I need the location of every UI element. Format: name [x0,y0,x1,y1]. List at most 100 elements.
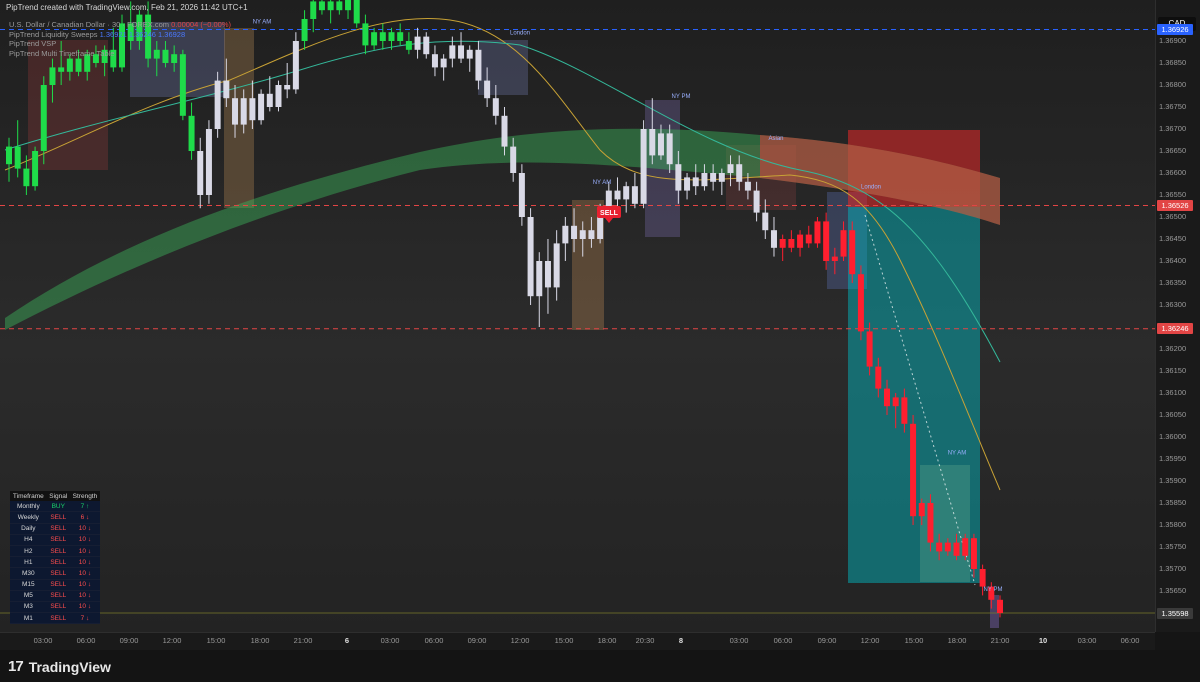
mtf-row: M30 SELL 10 ↓ [10,567,100,580]
candle-body [14,146,21,169]
candle-body [562,225,569,244]
candle-body [214,80,221,129]
price-tick-label: 1.35650 [1159,586,1187,595]
mtf-cell-signal: SELL [46,534,70,546]
candle-body [927,503,934,543]
time-tick-label: 20:30 [635,636,655,645]
candle-body [779,239,786,248]
mtf-cell-strength: 10 ↓ [69,579,100,591]
price-tick-label: 1.36350 [1159,278,1187,287]
session-label: NY AM [253,19,272,25]
candle-body [6,146,12,165]
price-chart-svg[interactable]: NY AM London NY PM Asian NY AM London NY AM NY … [0,0,1155,632]
candle-body [614,190,621,200]
price-tag: 1.36526 [1157,199,1193,211]
price-tick-label: 1.36850 [1159,58,1187,67]
mtf-cell-strength: 10 ↓ [69,523,100,535]
candle-body [883,388,890,407]
mtf-row: M3 SELL 10 ↓ [10,601,100,614]
price-tick-label: 1.35700 [1159,564,1187,573]
mtf-row: H1 SELL 10 ↓ [10,556,100,569]
candle-body [284,85,291,90]
mtf-header-timeframe: Timeframe [10,491,47,502]
price-tick-label: 1.36200 [1159,344,1187,353]
price-tick-label: 1.36300 [1159,300,1187,309]
legend-indicator-2[interactable]: PipTrend VSP [9,39,231,49]
time-tick-label: 18:00 [597,636,617,645]
time-tick-label: 15:00 [206,636,226,645]
candle-body [684,177,691,191]
mtf-row: M1 SELL 7 ↓ [10,612,100,625]
candle-body [310,1,317,20]
session-label: London [510,30,530,36]
mtf-cell-tf: Weekly [10,511,47,524]
time-tick-label: 12:00 [510,636,530,645]
chart-area[interactable]: NY AM London NY PM Asian NY AM London NY AM NY … [0,0,1155,632]
candle-body [866,331,873,367]
tradingview-brand: TradingView [28,658,111,675]
candle-body [631,186,638,204]
mtf-header-signal: Signal [46,491,70,502]
mtf-cell-strength: 7 ↓ [69,612,100,625]
tradingview-logo[interactable]: 17 TradingView [8,658,111,675]
session-label: NY AM [948,451,967,457]
multi-timeframe-table: Timeframe Signal Strength Monthly BUY 7 ↑ W… [10,491,100,625]
legend-indicator-value: 1.36921 1.36246 1.36928 [99,29,186,39]
candle-body [492,98,499,116]
time-tick-label: 12:00 [860,636,880,645]
candle-body [875,366,882,389]
time-tick-label: 18:00 [947,636,967,645]
candle-body [797,234,804,248]
price-axis[interactable] [1155,0,1200,632]
time-tick-label: 06:00 [76,636,96,645]
legend-symbol-row[interactable]: U.S. Dollar / Canadian Dollar · 30 · FOR… [9,20,231,30]
price-tick-label: 1.35750 [1159,542,1187,551]
candle-body [857,274,864,332]
sell-signal-label: SELL [600,210,619,217]
candle-body [849,230,856,275]
price-tick-label: 1.36750 [1159,102,1187,111]
price-tick-label: 1.36000 [1159,432,1187,441]
price-tag: 1.35598 [1157,607,1193,619]
time-tick-label: 03:00 [1077,636,1097,645]
time-tick-label: 06:00 [1120,636,1140,645]
session-label: Asian [768,136,783,142]
mtf-cell-tf: M15 [10,579,47,591]
candle-body [266,93,273,107]
candle-body [240,98,247,125]
candle-body [449,45,456,59]
legend-indicator-label: PipTrend Multi Timeframe Table [9,48,115,58]
candle-body [718,173,725,182]
candle-body [979,569,986,587]
mtf-cell-strength: 10 ↓ [69,556,100,569]
candle-body [814,221,821,244]
mtf-cell-strength: 10 ↓ [69,601,100,614]
candle-body [336,1,343,11]
mtf-row: M15 SELL 10 ↓ [10,579,100,591]
candle-body [353,0,360,24]
candle-body [475,49,482,81]
legend-indicator-1[interactable]: PipTrend Liquidity Sweeps 1.36921 1.3624… [9,30,231,40]
candle-body [327,1,334,11]
mtf-row: H4 SELL 10 ↓ [10,534,100,546]
candle-body [75,58,82,72]
session-label: NY PM [672,94,691,100]
candle-body [501,115,508,147]
candle-body [640,129,647,204]
candle-body [179,54,186,116]
candle-body [901,397,908,424]
candle-body [49,67,56,85]
price-tick-label: 1.36550 [1159,190,1187,199]
candle-body [571,225,578,239]
chart-credit: PipTrend created with TradingView.com, F… [6,3,248,12]
legend-indicator-3[interactable]: PipTrend Multi Timeframe Table [9,49,231,59]
price-tag: 1.36246 [1157,322,1193,334]
candle-body [918,503,925,517]
candle-body [727,164,734,173]
candle-body [753,190,760,213]
candle-body [536,261,543,297]
time-tick-label: 12:00 [162,636,182,645]
mtf-cell-tf: M1 [10,612,47,625]
mtf-cell-tf: M30 [10,567,47,580]
mtf-cell-signal: SELL [46,545,70,558]
